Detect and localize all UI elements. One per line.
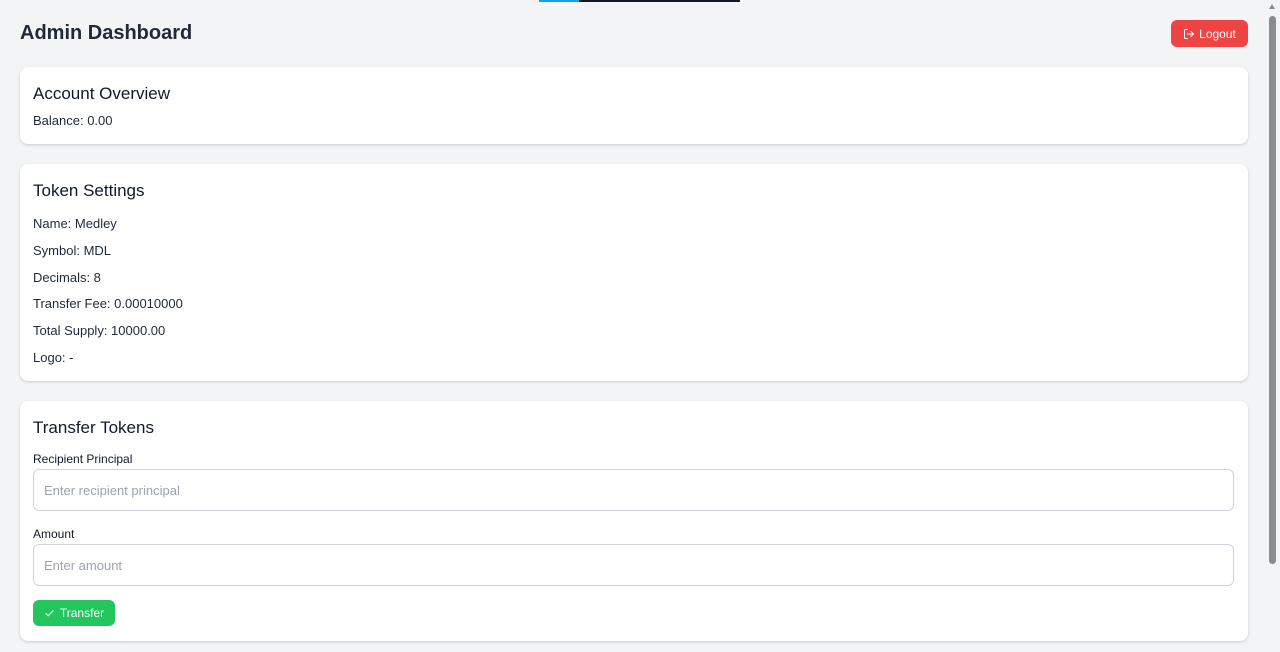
- logout-icon: [1184, 28, 1195, 39]
- account-overview-title: Account Overview: [33, 84, 170, 103]
- transfer-button[interactable]: Transfer: [33, 600, 115, 626]
- transfer-button-label: Transfer: [59, 606, 105, 620]
- account-overview-card: Account Overview Balance: 0.00: [20, 67, 1248, 144]
- logout-button[interactable]: Logout: [1171, 20, 1248, 47]
- transfer-tokens-title: Transfer Tokens: [33, 418, 154, 437]
- check-icon: [45, 609, 54, 616]
- token-logo: Logo: -: [33, 349, 74, 365]
- token-settings-title: Token Settings: [33, 181, 145, 200]
- token-settings-list: Name: Medley Symbol: MDL Decimals: 8 Tra…: [33, 211, 1235, 372]
- recipient-label: Recipient Principal: [33, 452, 133, 466]
- token-settings-card: Token Settings Name: Medley Symbol: MDL …: [20, 164, 1248, 381]
- logout-button-label: Logout: [1199, 26, 1236, 41]
- page-title: Admin Dashboard: [20, 22, 193, 44]
- token-symbol: Symbol: MDL: [33, 242, 112, 258]
- recipient-input[interactable]: [33, 469, 1234, 511]
- token-transfer-fee: Transfer Fee: 0.00010000: [33, 296, 183, 312]
- scroll-up-arrow-icon[interactable]: [1269, 4, 1275, 9]
- transfer-tokens-card: Transfer Tokens Recipient Principal Amou…: [20, 401, 1248, 641]
- amount-input[interactable]: [33, 544, 1234, 586]
- page-header: Admin Dashboard Logout: [20, 0, 1248, 67]
- page-scrollbar[interactable]: [1265, 0, 1280, 652]
- balance-text: Balance: 0.00: [33, 113, 113, 128]
- amount-label: Amount: [33, 527, 75, 541]
- dashboard-container: Admin Dashboard Logout Account Overview …: [20, 0, 1248, 641]
- token-total-supply: Total Supply: 10000.00: [33, 323, 166, 339]
- token-decimals: Decimals: 8: [33, 269, 101, 285]
- scrollbar-thumb[interactable]: [1269, 16, 1276, 564]
- token-name: Name: Medley: [33, 216, 117, 231]
